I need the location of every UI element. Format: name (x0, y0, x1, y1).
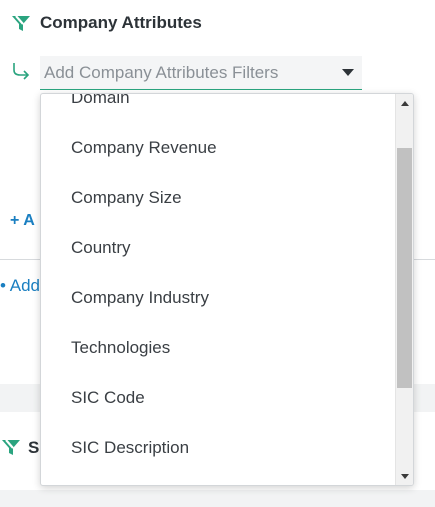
company-attributes-filter-select[interactable]: Add Company Attributes Filters (40, 56, 362, 90)
options-list: Domain Company Revenue Company Size Coun… (41, 94, 395, 485)
add-filter-link[interactable]: + A (10, 212, 35, 230)
funnel-icon (2, 439, 20, 455)
add-group-link[interactable]: • Add (0, 276, 40, 296)
section-header: Company Attributes (10, 12, 202, 34)
section-title: Company Attributes (40, 13, 202, 32)
section-separator (0, 490, 435, 507)
option-technologies[interactable]: Technologies (41, 323, 395, 373)
scroll-up-arrow-icon (400, 100, 409, 106)
scrollbar-thumb[interactable] (397, 148, 412, 388)
filter-options-dropdown: Domain Company Revenue Company Size Coun… (40, 93, 414, 486)
option-country[interactable]: Country (41, 223, 395, 273)
option-company-size[interactable]: Company Size (41, 173, 395, 223)
next-section-title: S (28, 438, 40, 457)
scroll-down-button[interactable] (396, 467, 413, 485)
option-sic-code[interactable]: SIC Code (41, 373, 395, 423)
option-domain[interactable]: Domain (41, 94, 395, 123)
scroll-down-arrow-icon (400, 473, 409, 479)
option-sic-description[interactable]: SIC Description (41, 423, 395, 473)
funnel-icon (12, 15, 30, 31)
option-company-revenue[interactable]: Company Revenue (41, 123, 395, 173)
scroll-up-button[interactable] (396, 94, 413, 112)
curved-arrow-icon (13, 63, 30, 80)
caret-down-icon (342, 69, 354, 76)
dropdown-scrollbar[interactable] (395, 94, 413, 485)
filter-select-placeholder: Add Company Attributes Filters (44, 62, 279, 82)
option-company-industry[interactable]: Company Industry (41, 273, 395, 323)
